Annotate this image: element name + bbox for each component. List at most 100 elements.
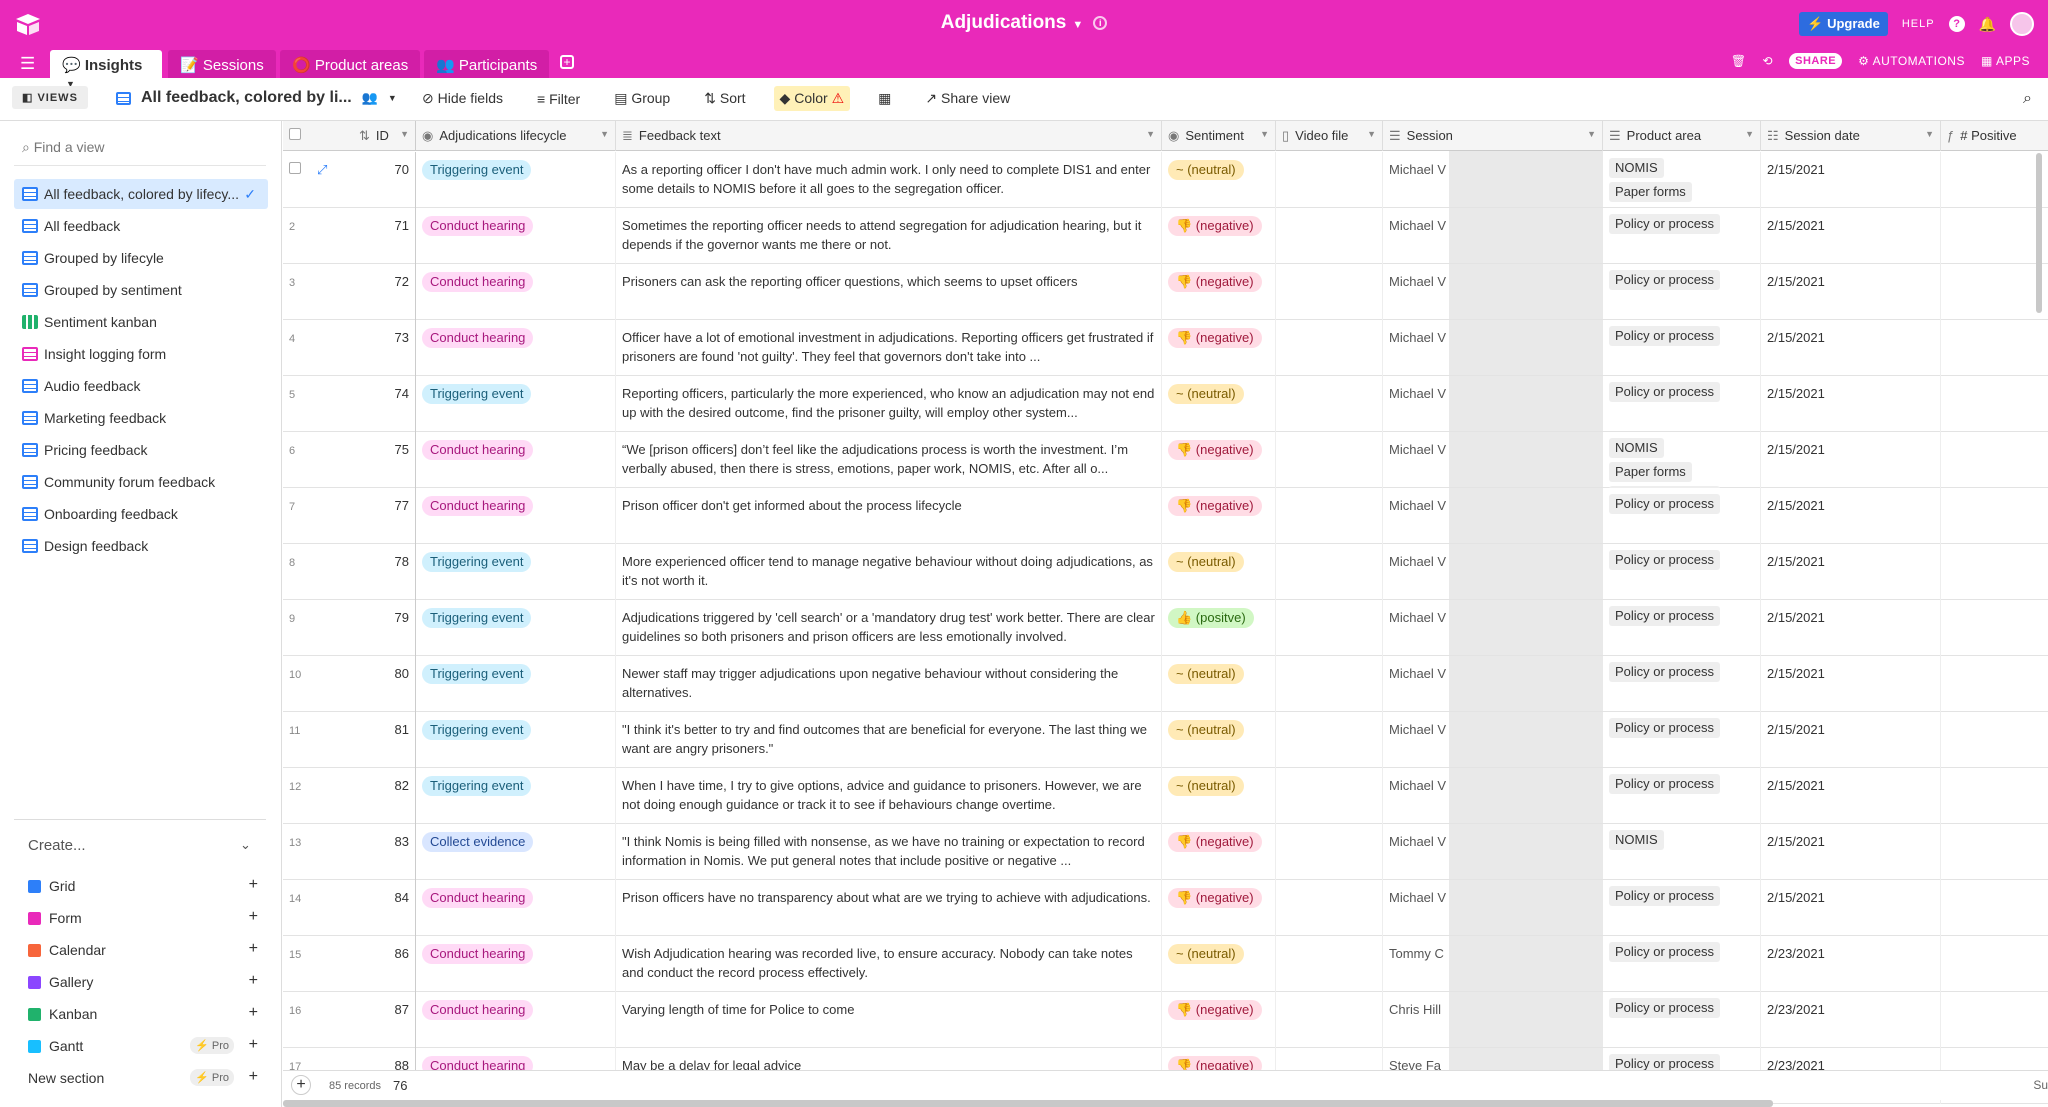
lifecycle-cell[interactable]: Conduct hearing bbox=[416, 264, 616, 320]
feedback-cell[interactable]: More experienced officer tend to manage … bbox=[616, 544, 1162, 600]
table-row[interactable]: 16 87 Conduct hearing Varying length of tim… bbox=[283, 992, 2048, 1048]
color-button[interactable]: ◆ Color ⚠ bbox=[773, 86, 851, 111]
sidebar-item-insight-logging-form[interactable]: Insight logging form bbox=[14, 339, 268, 369]
sentiment-cell[interactable]: ~ (neutral) bbox=[1162, 376, 1276, 432]
chevron-down-icon[interactable]: ▼ bbox=[1587, 129, 1596, 139]
id-cell[interactable]: 78 bbox=[353, 544, 416, 600]
product-area-cell[interactable]: Policy or process bbox=[1603, 544, 1761, 600]
lifecycle-cell[interactable]: Triggering event bbox=[416, 152, 616, 208]
id-cell[interactable]: 72 bbox=[353, 264, 416, 320]
product-area-cell[interactable]: Policy or process bbox=[1603, 488, 1761, 544]
table-row[interactable]: 12 82 Triggering event When I have time, I … bbox=[283, 768, 2048, 824]
filter-button[interactable]: ≡ Filter bbox=[531, 87, 586, 111]
feedback-cell[interactable]: Newer staff may trigger adjudications up… bbox=[616, 656, 1162, 712]
sidebar-item-marketing-feedback[interactable]: Marketing feedback bbox=[14, 403, 268, 433]
sentiment-cell[interactable]: 👎 (negative) bbox=[1162, 208, 1276, 264]
sidebar-item-all-feedback[interactable]: All feedback bbox=[14, 211, 268, 241]
feedback-cell[interactable]: Sometimes the reporting officer needs to… bbox=[616, 208, 1162, 264]
id-cell[interactable]: 84 bbox=[353, 880, 416, 936]
sentiment-cell[interactable]: 👎 (negative) bbox=[1162, 432, 1276, 488]
positive-cell[interactable] bbox=[1941, 264, 2048, 320]
positive-cell[interactable] bbox=[1941, 208, 2048, 264]
feedback-cell[interactable]: Adjudications triggered by 'cell search'… bbox=[616, 600, 1162, 656]
row-number-cell[interactable]: 7 bbox=[283, 488, 353, 544]
table-row[interactable]: 15 86 Conduct hearing Wish Adjudication hea… bbox=[283, 936, 2048, 992]
expand-record-icon[interactable]: ⤢ bbox=[317, 162, 327, 177]
video-file-cell[interactable] bbox=[1276, 600, 1383, 656]
chevron-down-icon[interactable]: ▼ bbox=[1260, 129, 1269, 139]
select-all-checkbox[interactable] bbox=[289, 128, 301, 140]
session-date-cell[interactable]: 2/15/2021 bbox=[1761, 656, 1941, 712]
positive-cell[interactable] bbox=[1941, 152, 2048, 208]
id-cell[interactable]: 71 bbox=[353, 208, 416, 264]
sentiment-cell[interactable]: ~ (neutral) bbox=[1162, 152, 1276, 208]
session-cell[interactable]: Michael V bbox=[1383, 544, 1449, 600]
session-cell[interactable]: Michael V bbox=[1383, 432, 1449, 488]
video-file-cell[interactable] bbox=[1276, 320, 1383, 376]
table-row[interactable]: 8 78 Triggering event More experienced offi… bbox=[283, 544, 2048, 600]
row-checkbox[interactable] bbox=[289, 162, 301, 174]
product-area-chip[interactable]: NOMIS bbox=[1609, 438, 1664, 458]
lifecycle-cell[interactable]: Conduct hearing bbox=[416, 208, 616, 264]
sidebar-item-community-forum-feedback[interactable]: Community forum feedback bbox=[14, 467, 268, 497]
sentiment-cell[interactable]: ~ (neutral) bbox=[1162, 656, 1276, 712]
video-file-cell[interactable] bbox=[1276, 432, 1383, 488]
video-file-cell[interactable] bbox=[1276, 656, 1383, 712]
row-height-button[interactable]: ▦ bbox=[872, 86, 897, 111]
table-row[interactable]: 11 81 Triggering event "I think it's better… bbox=[283, 712, 2048, 768]
id-cell[interactable]: 79 bbox=[353, 600, 416, 656]
menu-icon[interactable]: ☰ bbox=[20, 54, 35, 74]
create-grid[interactable]: Grid + bbox=[28, 876, 258, 894]
lifecycle-cell[interactable]: Conduct hearing bbox=[416, 880, 616, 936]
product-area-cell[interactable]: Policy or process bbox=[1603, 768, 1761, 824]
tab-sessions[interactable]: 📝 Sessions bbox=[168, 50, 276, 78]
feedback-cell[interactable]: "I think Nomis is being filled with nons… bbox=[616, 824, 1162, 880]
product-area-cell[interactable]: NOMISPaper formsPolicy or process bbox=[1603, 432, 1761, 488]
session-cell[interactable]: Michael V bbox=[1383, 768, 1449, 824]
positive-cell[interactable] bbox=[1941, 656, 2048, 712]
session-date-cell[interactable]: 2/15/2021 bbox=[1761, 208, 1941, 264]
session-date-cell[interactable]: 2/23/2021 bbox=[1761, 992, 1941, 1048]
column-header-feedback[interactable]: ≣ Feedback text ▼ bbox=[616, 121, 1162, 151]
sentiment-cell[interactable]: 👎 (negative) bbox=[1162, 880, 1276, 936]
product-area-chip[interactable]: Policy or process bbox=[1609, 774, 1720, 794]
column-header-session[interactable]: ☰ Session ▼ bbox=[1383, 121, 1603, 151]
column-header-positive[interactable]: ƒ # Positive bbox=[1941, 121, 2048, 151]
product-area-chip[interactable]: Policy or process bbox=[1609, 270, 1720, 290]
tab-insights[interactable]: 💬 Insights ▼ bbox=[50, 50, 162, 89]
positive-cell[interactable] bbox=[1941, 432, 2048, 488]
lifecycle-cell[interactable]: Conduct hearing bbox=[416, 936, 616, 992]
product-area-cell[interactable]: NOMIS Paper forms bbox=[1603, 152, 1761, 208]
row-number-cell[interactable]: ⤢ bbox=[283, 152, 353, 208]
session-date-cell[interactable]: 2/15/2021 bbox=[1761, 880, 1941, 936]
product-area-chip[interactable]: Policy or process bbox=[1609, 718, 1720, 738]
feedback-cell[interactable]: Prison officers have no transparency abo… bbox=[616, 880, 1162, 936]
sentiment-cell[interactable]: 👎 (negative) bbox=[1162, 264, 1276, 320]
video-file-cell[interactable] bbox=[1276, 936, 1383, 992]
tab-product-areas[interactable]: ⭕ Product areas bbox=[280, 50, 421, 78]
views-toggle-button[interactable]: ◧ VIEWS bbox=[12, 86, 88, 109]
sentiment-cell[interactable]: ~ (neutral) bbox=[1162, 544, 1276, 600]
help-button[interactable]: HELP bbox=[1902, 18, 1935, 30]
id-cell[interactable]: 82 bbox=[353, 768, 416, 824]
video-file-cell[interactable] bbox=[1276, 712, 1383, 768]
product-area-cell[interactable]: Policy or process bbox=[1603, 880, 1761, 936]
session-cell[interactable]: Michael V bbox=[1383, 656, 1449, 712]
product-area-cell[interactable]: Policy or process bbox=[1603, 656, 1761, 712]
positive-cell[interactable] bbox=[1941, 880, 2048, 936]
search-icon[interactable]: ⌕ bbox=[2023, 90, 2032, 108]
product-area-cell[interactable]: Policy or process bbox=[1603, 712, 1761, 768]
session-cell[interactable]: Tommy C bbox=[1383, 936, 1449, 992]
feedback-cell[interactable]: Officer have a lot of emotional investme… bbox=[616, 320, 1162, 376]
sidebar-item-all-feedback-colored[interactable]: All feedback, colored by lifecy... ✓ bbox=[14, 179, 268, 209]
id-cell[interactable]: 83 bbox=[353, 824, 416, 880]
summary-label[interactable]: Su bbox=[2033, 1078, 2048, 1092]
upgrade-button[interactable]: ⚡ Upgrade bbox=[1799, 12, 1888, 36]
product-area-cell[interactable]: Policy or process bbox=[1603, 936, 1761, 992]
lifecycle-cell[interactable]: Collect evidence bbox=[416, 824, 616, 880]
session-cell[interactable]: Michael V bbox=[1383, 600, 1449, 656]
video-file-cell[interactable] bbox=[1276, 152, 1383, 208]
create-gallery[interactable]: Gallery + bbox=[28, 972, 258, 990]
session-cell[interactable]: Michael V bbox=[1383, 320, 1449, 376]
product-area-chip[interactable]: Policy or process bbox=[1609, 382, 1720, 402]
